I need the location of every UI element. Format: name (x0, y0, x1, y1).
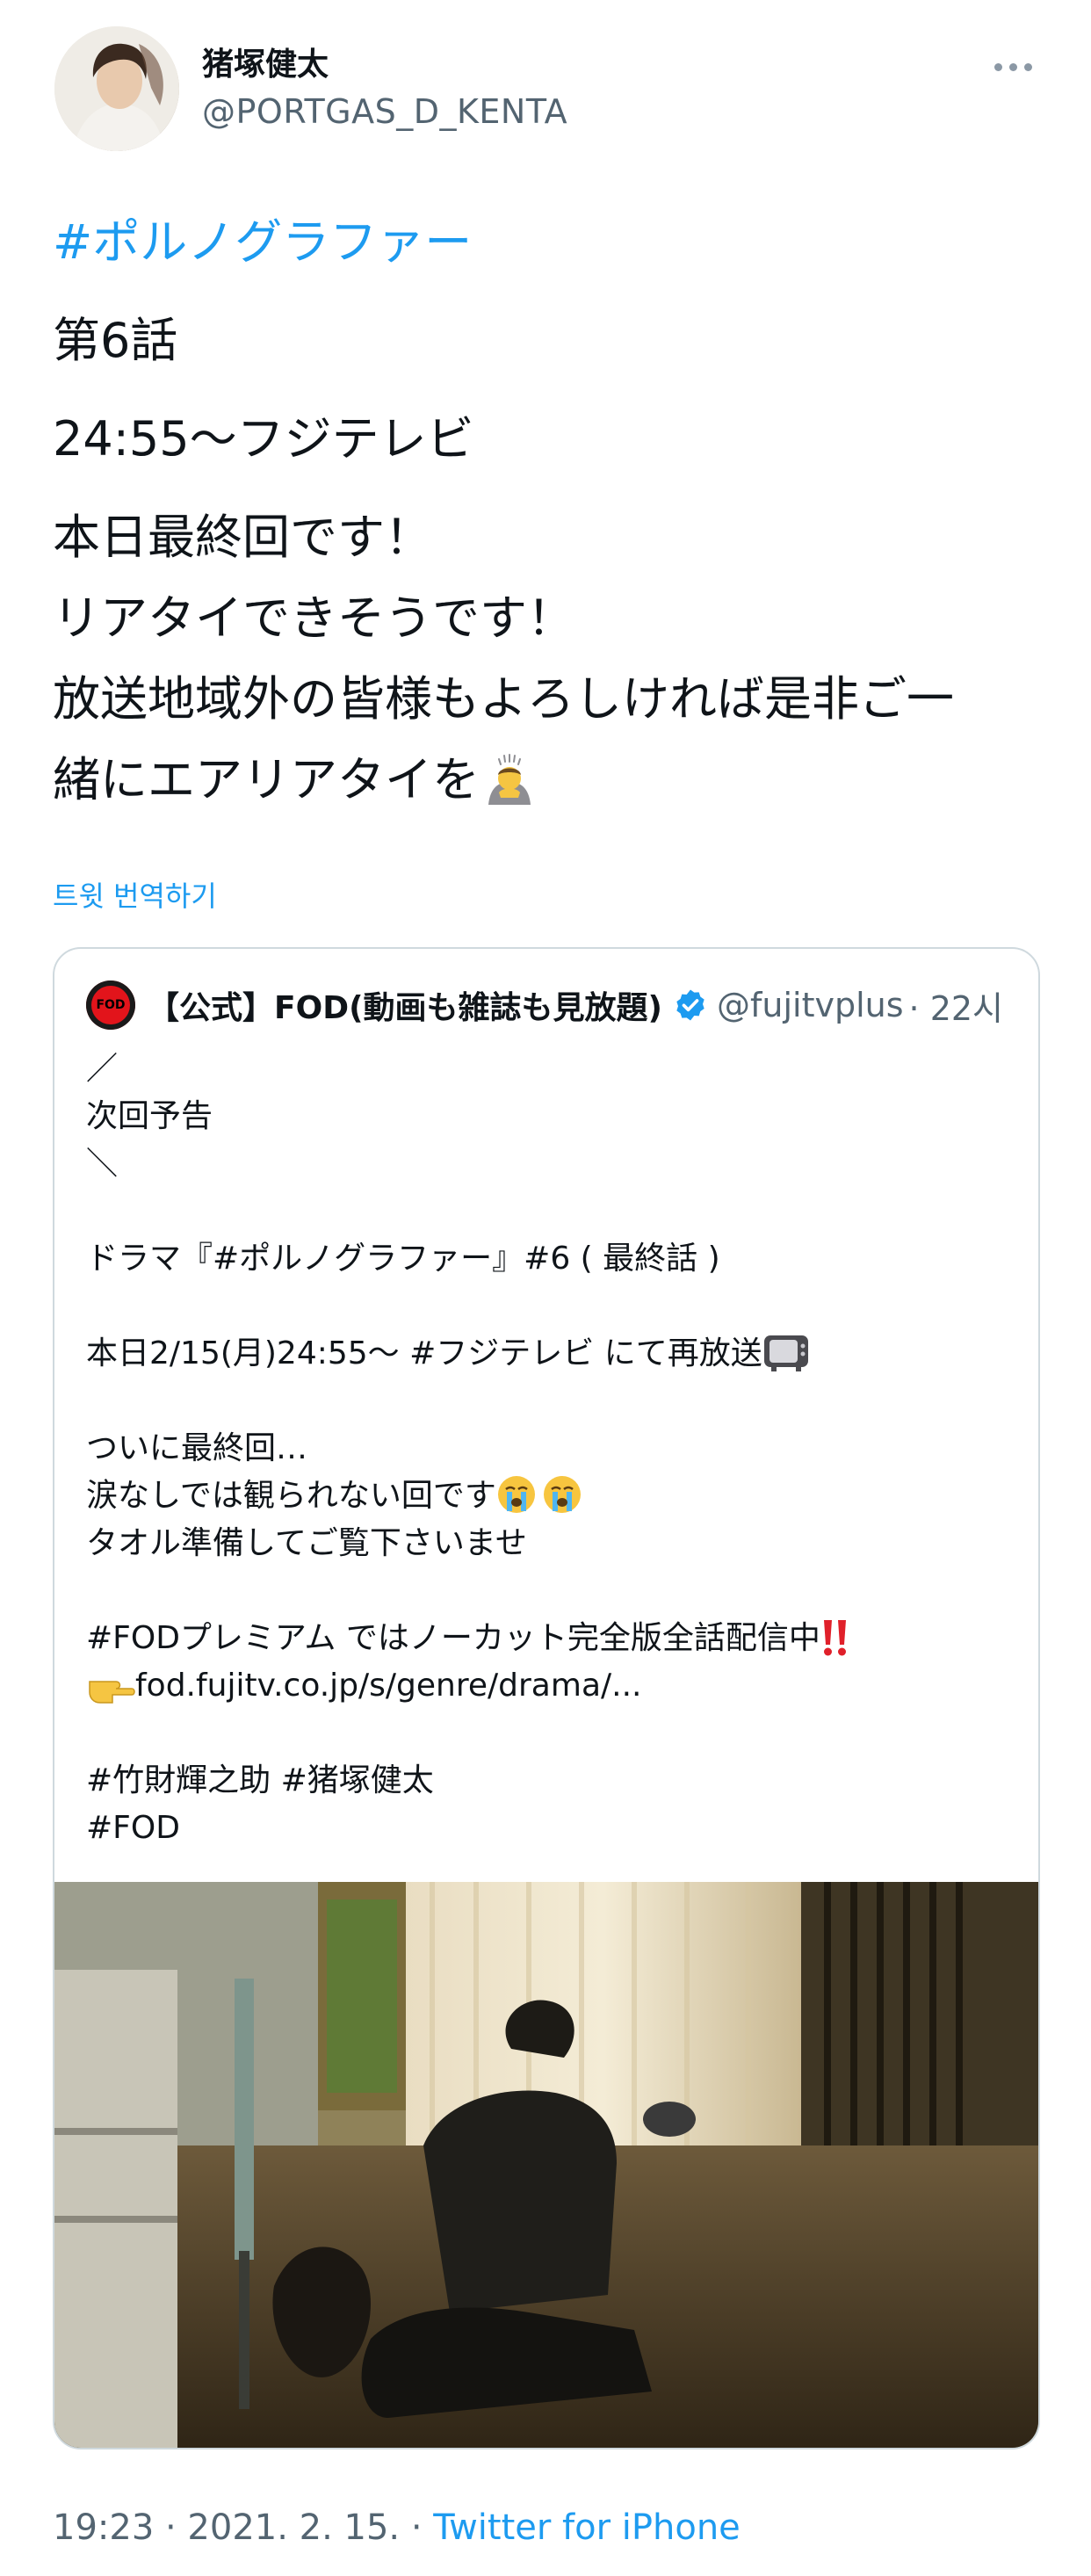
translate-tweet-link[interactable]: 트윗 번역하기 (53, 879, 217, 914)
quoted-line: タオル準備してご覧下さいませ (86, 1525, 527, 1561)
tweet-line: リアタイできそうです！ (53, 590, 574, 646)
quoted-line: ＼ (86, 1146, 119, 1182)
tv-emoji (763, 1335, 808, 1371)
more-options-icon[interactable] (991, 56, 1035, 77)
quoted-line: ／ (86, 1051, 119, 1087)
quoted-tweet-video-thumbnail[interactable] (54, 1882, 1038, 2448)
quoted-line-text: 本日2/15(月)24:55～ #フジテレビ にて再放送 (86, 1335, 762, 1371)
tweet-footer: 19:23 · 2021. 2. 15. · Twitter for iPhon… (53, 2506, 741, 2550)
fod-logo-avatar[interactable]: FOD (86, 980, 135, 1030)
quoted-time: · 22시 (908, 988, 1004, 1028)
quoted-line-with-emoji: #FODプレミアム ではノーカット完全版全話配信中 (86, 1615, 1017, 1662)
tweet-line: 本日最終回です！ (53, 510, 432, 565)
crying-face-emoji (497, 1476, 535, 1513)
tweet-line-text: 緒にエアリアタイを (53, 752, 480, 807)
verified-badge-icon (676, 989, 704, 1021)
tweet-header: 猪塚健太 @PORTGAS_D_KENTA (54, 26, 1037, 155)
tweet-source-link[interactable]: Twitter for iPhone (433, 2507, 741, 2548)
quoted-line: 次回予告 (86, 1098, 213, 1134)
quoted-link[interactable]: fod.fujitv.co.jp/s/genre/drama/... (135, 1668, 641, 1704)
quoted-tweet-text: ／ 次回予告 ＼ ドラマ『#ポルノグラファー』#6 ( 最終話 ) 本日2/15… (86, 1046, 1017, 1852)
person-bowing-emoji (488, 754, 531, 805)
quoted-line-with-emoji: 本日2/15(月)24:55～ #フジテレビ にて再放送 (86, 1330, 1017, 1378)
tweet-line-episode: 第6話 (53, 313, 178, 368)
double-exclamation-emoji (823, 1620, 846, 1656)
quoted-author-handle[interactable]: @fujitvplus (717, 986, 904, 1024)
quoted-line-text: #FODプレミアム ではノーカット完全版全話配信中 (86, 1620, 820, 1656)
quoted-line: ドラマ『#ポルノグラファー』#6 ( 最終話 ) (86, 1241, 720, 1277)
quoted-line-with-emoji: fod.fujitv.co.jp/s/genre/drama/... (86, 1662, 1017, 1710)
quoted-author-name[interactable]: 【公式】FOD(動画も雑誌も見放題) (148, 982, 662, 1028)
author-name[interactable]: 猪塚健太 (202, 46, 329, 84)
quoted-line: ついに最終回… (86, 1430, 308, 1466)
quoted-tweet-card[interactable]: FOD 【公式】FOD(動画も雑誌も見放題) @fujitvplus · 22시… (53, 947, 1040, 2449)
tweet-line: 放送地域外の皆様もよろしければ是非ご一 (53, 671, 954, 727)
tweet-line-time: 24:55～フジテレビ (53, 411, 474, 467)
tweet-timestamp[interactable]: 19:23 · 2021. 2. 15. · (53, 2507, 433, 2548)
pointing-right-emoji (89, 1681, 135, 1704)
quoted-tweet-header: FOD 【公式】FOD(動画も雑誌も見放題) @fujitvplus · 22시 (86, 979, 1003, 1031)
author-handle[interactable]: @PORTGAS_D_KENTA (202, 91, 567, 132)
quoted-line-with-emoji: 涙なしでは観られない回です (86, 1473, 1017, 1520)
quoted-line-text: 涙なしでは観られない回です (86, 1478, 496, 1514)
crying-face-emoji (543, 1476, 581, 1513)
tweet-hashtag-link[interactable]: #ポルノグラファー (53, 202, 1045, 283)
author-avatar[interactable] (54, 26, 179, 151)
quoted-hashtag-fod[interactable]: #FOD (86, 1805, 1017, 1852)
tweet-line-last: 緒にエアリアタイを (53, 740, 1045, 821)
tweet-text: #ポルノグラファー 第6話 24:55～フジテレビ 本日最終回です！ リアタイで… (53, 202, 1045, 821)
quoted-hashtags[interactable]: #竹財輝之助 #猪塚健太 (86, 1757, 1017, 1805)
